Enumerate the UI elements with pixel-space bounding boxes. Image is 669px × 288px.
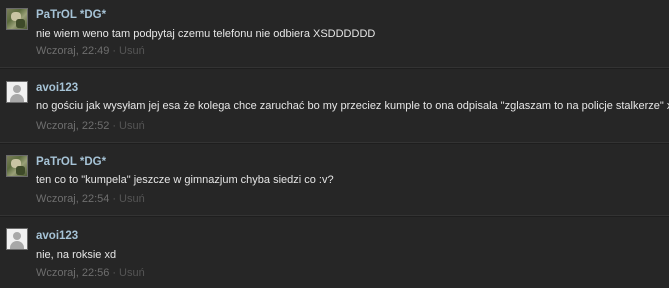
delete-message-link[interactable]: Usuń: [119, 45, 145, 57]
message-author[interactable]: avoi123: [36, 230, 78, 242]
message-timestamp: Wczoraj, 22:52: [36, 120, 110, 132]
user-photo-avatar[interactable]: [6, 155, 28, 177]
message-timestamp: Wczoraj, 22:54: [36, 193, 110, 205]
message-text: no gościu jak wysyłam jej esa że kolega …: [36, 100, 669, 112]
delete-message-link[interactable]: Usuń: [119, 193, 145, 205]
meta-separator: ·: [112, 267, 117, 279]
message-meta: Wczoraj, 22:52 · Usuń: [36, 120, 145, 132]
message-divider: [0, 67, 669, 69]
message-meta: Wczoraj, 22:54 · Usuń: [36, 193, 145, 205]
message-timestamp: Wczoraj, 22:49: [36, 45, 110, 57]
message-author[interactable]: PaTrOL *DG*: [36, 9, 106, 21]
meta-separator: ·: [112, 193, 117, 205]
meta-separator: ·: [112, 45, 117, 57]
delete-message-link[interactable]: Usuń: [119, 267, 145, 279]
default-user-avatar[interactable]: [6, 228, 28, 250]
message-thread: PaTrOL *DG* nie wiem weno tam podpytaj c…: [0, 0, 669, 288]
meta-separator: ·: [112, 120, 117, 132]
message-text: nie wiem weno tam podpytaj czemu telefon…: [36, 28, 376, 40]
message-text: ten co to "kumpela" jeszcze w gimnazjum …: [36, 174, 334, 186]
message-meta: Wczoraj, 22:49 · Usuń: [36, 45, 145, 57]
user-photo-avatar[interactable]: [6, 8, 28, 30]
default-user-avatar[interactable]: [6, 81, 28, 103]
message-divider: [0, 215, 669, 217]
message-text: nie, na roksie xd: [36, 249, 117, 261]
delete-message-link[interactable]: Usuń: [119, 120, 145, 132]
message-timestamp: Wczoraj, 22:56: [36, 267, 110, 279]
message-divider: [0, 142, 669, 144]
message-author[interactable]: avoi123: [36, 82, 78, 94]
message-author[interactable]: PaTrOL *DG*: [36, 156, 106, 168]
message-meta: Wczoraj, 22:56 · Usuń: [36, 267, 145, 279]
